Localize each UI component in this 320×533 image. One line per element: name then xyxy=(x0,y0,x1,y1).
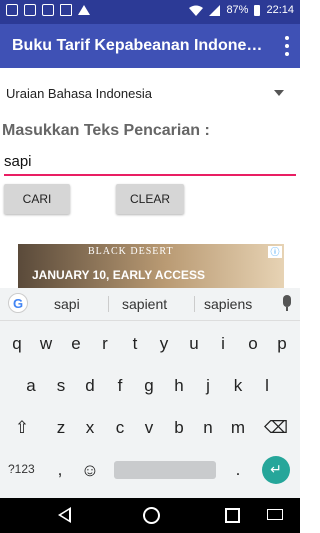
enter-icon[interactable]: ↵ xyxy=(262,456,290,484)
notification-box-icon xyxy=(6,4,18,16)
ad-brand: BLACK DESERT xyxy=(88,246,174,257)
key-s[interactable]: s xyxy=(47,368,75,404)
clear-button[interactable]: CLEAR xyxy=(116,184,184,214)
key-f[interactable]: f xyxy=(106,368,134,404)
suggestion-3[interactable]: sapiens xyxy=(204,296,252,312)
search-input[interactable] xyxy=(4,148,296,176)
symbols-key[interactable]: ?123 xyxy=(8,462,35,476)
key-u[interactable]: u xyxy=(180,326,208,362)
status-bar: 87% 22:14 xyxy=(0,0,300,24)
signal-icon xyxy=(209,4,221,16)
key-p[interactable]: p xyxy=(268,326,296,362)
key-k[interactable]: k xyxy=(224,368,252,404)
key-r[interactable]: r xyxy=(91,326,119,362)
menu-dot xyxy=(285,52,289,56)
overflow-menu-icon[interactable] xyxy=(284,36,290,56)
menu-dot xyxy=(285,36,289,40)
ad-info-icon[interactable]: ⓘ xyxy=(268,246,282,258)
key-e[interactable]: e xyxy=(62,326,90,362)
mic-icon[interactable] xyxy=(282,295,292,313)
key-m[interactable]: m xyxy=(224,410,252,446)
navigation-bar xyxy=(0,498,300,533)
key-l[interactable]: l xyxy=(253,368,281,404)
ad-headline: JANUARY 10, EARLY ACCESS xyxy=(32,268,205,282)
mail-icon xyxy=(42,4,54,16)
language-spinner[interactable]: Uraian Bahasa Indonesia xyxy=(6,84,290,106)
key-j[interactable]: j xyxy=(194,368,222,404)
suggestion-divider xyxy=(194,296,195,312)
key-n[interactable]: n xyxy=(194,410,222,446)
key-q[interactable]: q xyxy=(3,326,31,362)
suggestion-divider xyxy=(108,296,109,312)
mic-cap xyxy=(283,295,291,307)
key-g[interactable]: g xyxy=(135,368,163,404)
back-icon-inner xyxy=(61,510,69,520)
image-icon xyxy=(60,4,72,16)
key-comma[interactable]: , xyxy=(46,452,74,488)
suggestion-strip: G sapi sapient sapiens xyxy=(0,288,300,321)
key-t[interactable]: t xyxy=(121,326,149,362)
key-h[interactable]: h xyxy=(165,368,193,404)
key-v[interactable]: v xyxy=(135,410,163,446)
space-bar[interactable] xyxy=(114,461,216,479)
battery-percent: 87% xyxy=(226,4,249,16)
suggestion-1[interactable]: sapi xyxy=(54,296,80,312)
key-x[interactable]: x xyxy=(76,410,104,446)
key-d[interactable]: d xyxy=(76,368,104,404)
key-y[interactable]: y xyxy=(150,326,178,362)
key-c[interactable]: c xyxy=(106,410,134,446)
wifi-icon xyxy=(189,5,204,16)
key-i[interactable]: i xyxy=(209,326,237,362)
app-title: Buku Tarif Kepabeanan Indonesia xyxy=(12,37,267,54)
suggestion-2[interactable]: sapient xyxy=(122,296,167,312)
home-icon[interactable] xyxy=(143,507,160,524)
message-icon xyxy=(24,4,36,16)
cari-button[interactable]: CARI xyxy=(4,184,70,214)
google-icon[interactable]: G xyxy=(8,293,28,313)
key-z[interactable]: z xyxy=(47,410,75,446)
app-bar: Buku Tarif Kepabeanan Indonesia xyxy=(0,24,300,68)
key-a[interactable]: a xyxy=(17,368,45,404)
notification-icons xyxy=(6,4,90,16)
key-period[interactable]: . xyxy=(224,452,252,488)
mic-stem xyxy=(286,307,288,311)
backspace-icon[interactable]: ⌫ xyxy=(262,410,290,446)
keyboard-switch-icon[interactable] xyxy=(267,509,283,520)
spinner-value: Uraian Bahasa Indonesia xyxy=(6,86,152,101)
shift-icon[interactable]: ⇧ xyxy=(8,410,36,446)
key-w[interactable]: w xyxy=(32,326,60,362)
clock: 22:14 xyxy=(266,4,294,16)
alert-icon xyxy=(78,5,90,15)
key-o[interactable]: o xyxy=(239,326,267,362)
menu-dot xyxy=(285,44,289,48)
emoji-icon[interactable]: ☺ xyxy=(76,452,104,488)
dropdown-arrow-icon xyxy=(274,90,284,96)
recents-icon[interactable] xyxy=(225,508,240,523)
system-icons: 87% 22:14 xyxy=(189,4,294,16)
ad-banner[interactable]: BLACK DESERT JANUARY 10, EARLY ACCESS ⓘ xyxy=(18,244,284,288)
battery-icon xyxy=(254,4,261,16)
soft-keyboard: G sapi sapient sapiens q w e r t y u i o… xyxy=(0,288,300,498)
key-b[interactable]: b xyxy=(165,410,193,446)
search-prompt-label: Masukkan Teks Pencarian : xyxy=(2,122,210,139)
